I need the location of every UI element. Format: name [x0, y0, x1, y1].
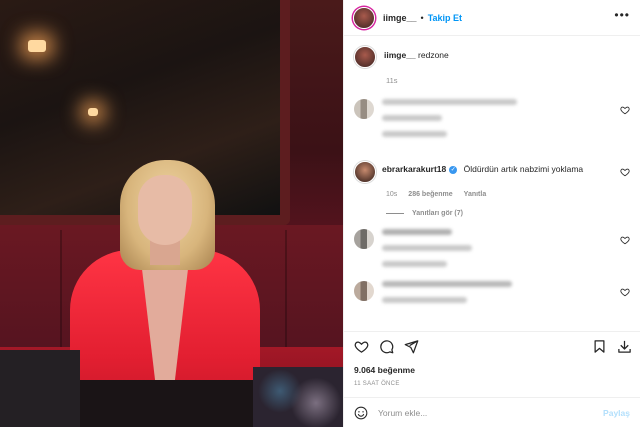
instagram-post: iimge__ • Takip Et ••• iimge__ redzone 1…: [0, 0, 640, 427]
avatar[interactable]: [353, 6, 375, 29]
like-count[interactable]: 9.064 beğenme: [344, 361, 640, 375]
post-timestamp: 11 SAAT ÖNCE: [354, 381, 400, 387]
bookmark-icon[interactable]: [592, 339, 607, 354]
post-comment-button[interactable]: Paylaş: [603, 408, 630, 418]
comment-item: ebrarkarakurt18 ✓ Öldürdün artık nabzimi …: [354, 161, 630, 183]
photo-lamp: [88, 108, 98, 116]
like-comment-heart-icon[interactable]: [620, 287, 630, 297]
avatar[interactable]: [354, 46, 376, 68]
blurred-avatar: [354, 99, 374, 119]
share-icon[interactable]: [404, 339, 419, 354]
comment-item-blurred: [354, 281, 630, 313]
heart-icon[interactable]: [354, 339, 369, 354]
verified-badge-icon: ✓: [449, 165, 458, 174]
separator-dot: •: [420, 12, 424, 23]
caption-text: iimge__ redzone: [384, 50, 449, 60]
action-bar: [344, 331, 640, 361]
blurred-avatar: [354, 229, 374, 249]
photo-panel: [60, 230, 62, 360]
comment-meta: 10s 286 beğenme Yanıtla: [386, 191, 630, 198]
blurred-comment-text: [382, 229, 472, 277]
like-comment-heart-icon[interactable]: [620, 105, 630, 115]
photo-person-face: [138, 175, 192, 245]
follow-button[interactable]: Takip Et: [428, 13, 462, 23]
post-header: iimge__ • Takip Et •••: [344, 0, 640, 36]
photo-cushion: [253, 367, 343, 427]
comment-input[interactable]: [378, 407, 604, 418]
comment-likes[interactable]: 286 beğenme: [408, 191, 452, 198]
photo-lamp: [28, 40, 46, 52]
comment-icon[interactable]: [379, 339, 394, 354]
caption-time: 11s: [386, 76, 398, 85]
like-comment-heart-icon[interactable]: [620, 167, 630, 177]
reply-button[interactable]: Yanıtla: [464, 191, 487, 198]
blurred-comment-text: [382, 99, 517, 147]
like-comment-heart-icon[interactable]: [620, 235, 630, 245]
avatar[interactable]: [354, 161, 376, 183]
photo-person-pants: [70, 380, 270, 427]
caption: iimge__ redzone: [354, 46, 630, 68]
header-username[interactable]: iimge__: [383, 13, 417, 23]
add-comment-bar: Paylaş: [344, 397, 640, 427]
blurred-avatar: [354, 281, 374, 301]
caption-username[interactable]: iimge__: [384, 50, 416, 60]
comment-username[interactable]: ebrarkarakurt18: [382, 164, 446, 174]
photo-panel: [285, 230, 287, 360]
comment-item-blurred: [354, 99, 630, 147]
caption-body: redzone: [418, 50, 449, 60]
comment-text: ebrarkarakurt18 ✓ Öldürdün artık nabzimi …: [382, 164, 583, 174]
view-replies-button[interactable]: Yanıtları gör (7): [386, 210, 630, 217]
replies-divider: [386, 213, 404, 214]
comment-item-blurred: [354, 229, 630, 277]
comment-body: Öldürdün artık nabzimi yoklama: [463, 164, 584, 174]
blurred-comment-text: [382, 281, 512, 313]
post-photo[interactable]: [0, 0, 343, 427]
comment-time: 10s: [386, 191, 398, 198]
comments-section[interactable]: iimge__ redzone 11s ebrarkarakurt18 ✓ Öl…: [344, 36, 640, 331]
post-sidebar: iimge__ • Takip Et ••• iimge__ redzone 1…: [343, 0, 640, 427]
action-bar-right: [582, 339, 632, 354]
download-icon[interactable]: [617, 339, 632, 354]
emoji-icon[interactable]: [354, 406, 368, 420]
photo-coat: [0, 350, 80, 427]
more-options-icon[interactable]: •••: [614, 9, 630, 21]
view-replies-label: Yanıtları gör (7): [412, 210, 463, 217]
